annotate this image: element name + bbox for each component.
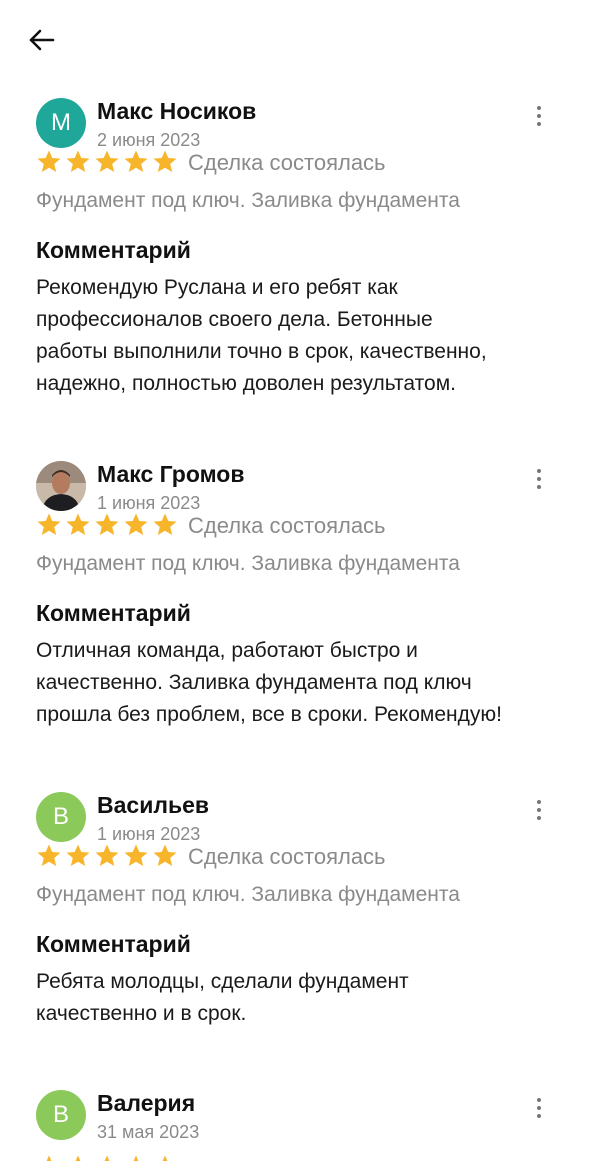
more-dot (537, 816, 541, 820)
review-date: 31 мая 2023 (97, 1122, 200, 1142)
more-dot (537, 485, 541, 489)
star-icon (124, 150, 148, 172)
avatar-letter: М (51, 109, 71, 136)
avatar[interactable]: В (36, 1090, 86, 1140)
star-icon (104, 1155, 110, 1161)
service-name: Фундамент под ключ. Заливка фундамента (36, 189, 460, 212)
user-photo-icon (36, 461, 86, 511)
more-dot (537, 1098, 541, 1102)
more-dot (537, 114, 541, 118)
deal-status: Сделка состоялась (188, 150, 386, 175)
more-dot (537, 106, 541, 110)
star-icon (162, 1155, 168, 1161)
comment-heading: Комментарий (36, 237, 191, 263)
more-options-button[interactable] (527, 103, 551, 129)
comment-text: Рекомендую Руслана и его ребят как профе… (36, 276, 487, 395)
back-button[interactable] (26, 24, 58, 56)
star-icon (66, 150, 90, 172)
review-card: В Васильев 1 июня 2023 Сделка состоялась… (0, 792, 591, 1122)
more-dot (537, 469, 541, 473)
service-name: Фундамент под ключ. Заливка фундамента (36, 552, 460, 575)
review-author[interactable]: Макс Громов (97, 461, 244, 487)
more-options-button[interactable] (527, 466, 551, 492)
star-icon (95, 513, 119, 535)
review-date: 2 июня 2023 (97, 130, 201, 150)
rating-stars (36, 512, 178, 538)
deal-status: Сделка состоялась (188, 513, 386, 538)
star-icon (37, 844, 61, 866)
review-card: Макс Громов 1 июня 2023 Сделка состоялас… (0, 461, 591, 791)
more-dot (537, 1114, 541, 1118)
review-author[interactable]: Васильев (97, 792, 209, 818)
star-icon (37, 513, 61, 535)
star-icon (46, 1155, 52, 1161)
service-name: Фундамент под ключ. Заливка фундамента (36, 883, 460, 906)
star-icon (124, 844, 148, 866)
avatar-letter: В (52, 1101, 69, 1128)
comment-heading: Комментарий (36, 600, 191, 626)
star-icon (153, 513, 177, 535)
review-date: 1 июня 2023 (97, 824, 201, 844)
more-options-button[interactable] (527, 1095, 551, 1121)
star-icon (133, 1155, 139, 1161)
star-icon (153, 844, 177, 866)
more-dot (537, 477, 541, 481)
more-dot (537, 800, 541, 804)
more-dot (537, 1106, 541, 1110)
review-date: 1 июня 2023 (97, 493, 201, 513)
star-icon (124, 513, 148, 535)
review-author[interactable]: Валерия (97, 1090, 195, 1116)
avatar[interactable]: В (36, 792, 86, 842)
review-card: В Валерия 31 мая 2023 (0, 1090, 591, 1161)
review-author[interactable]: Макс Носиков (97, 98, 256, 124)
avatar[interactable]: М (36, 98, 86, 148)
comment-text: Отличная команда, работают быстро и каче… (36, 639, 502, 726)
star-icon (95, 150, 119, 172)
rating-stars (36, 1154, 178, 1161)
star-icon (37, 150, 61, 172)
more-dot (537, 122, 541, 126)
deal-status: Сделка состоялась (188, 844, 386, 869)
more-options-button[interactable] (527, 797, 551, 823)
star-icon (75, 1155, 81, 1161)
comment-heading: Комментарий (36, 931, 191, 957)
rating-stars (36, 149, 178, 175)
arrow-left-icon (29, 29, 55, 51)
star-icon (66, 513, 90, 535)
star-icon (95, 844, 119, 866)
star-icon (66, 844, 90, 866)
avatar-letter: В (52, 803, 69, 830)
more-dot (537, 808, 541, 812)
comment-text: Ребята молодцы, сделали фундамент качест… (36, 970, 409, 1025)
review-card: М Макс Носиков 2 июня 2023 Сделка состоя… (0, 98, 591, 428)
star-icon (153, 150, 177, 172)
rating-stars (36, 843, 178, 869)
avatar[interactable] (36, 461, 86, 511)
